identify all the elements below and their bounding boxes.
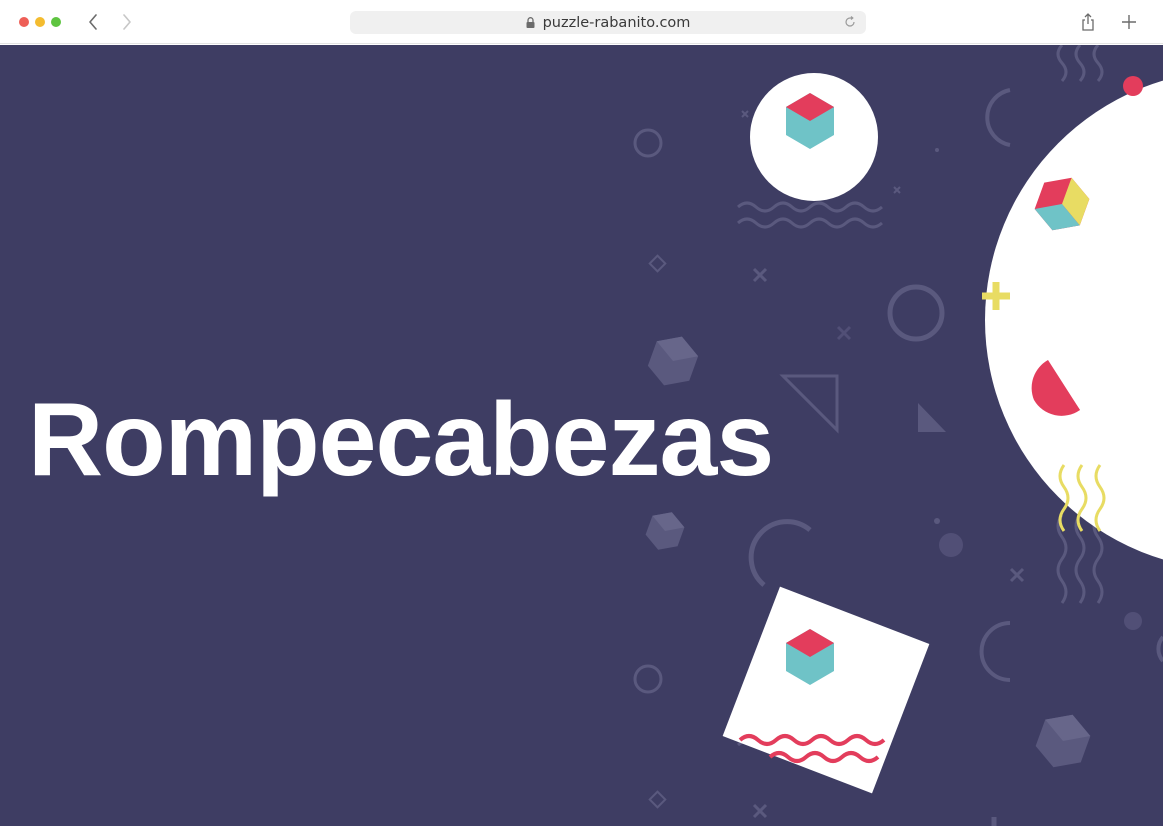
wave-icon: [1092, 45, 1104, 82]
new-tab-button[interactable]: [1119, 12, 1139, 32]
hero-title: Rompecabezas: [28, 382, 774, 498]
arc-icon: [979, 621, 1011, 682]
dot-icon: [935, 148, 939, 152]
maximize-window-button[interactable]: [51, 17, 61, 27]
wave-icon: [1074, 45, 1086, 82]
arc-icon: [985, 88, 1011, 147]
minimize-window-button[interactable]: [35, 17, 45, 27]
outline-circle-icon: [633, 664, 663, 694]
diamond-icon: [648, 254, 667, 273]
lock-icon: [526, 17, 535, 28]
share-icon: [1082, 13, 1094, 31]
address-bar[interactable]: puzzle-rabanito.com: [350, 11, 866, 34]
triangle-outline-icon: [779, 374, 839, 434]
outline-circle-icon: [887, 284, 945, 342]
cube-icon: [645, 512, 685, 550]
large-white-circle: [985, 80, 1163, 560]
cross-icon: [836, 325, 852, 341]
cross-icon: [752, 267, 768, 283]
wave-icon: [737, 201, 883, 213]
arc-icon: [1156, 635, 1163, 663]
dot-icon: [934, 518, 940, 524]
plus-icon: [1122, 15, 1136, 29]
back-button[interactable]: [82, 10, 104, 34]
forward-button[interactable]: [116, 10, 138, 34]
chevron-right-icon: [123, 14, 131, 30]
cube-icon: [1035, 714, 1091, 768]
dot-icon: [1124, 612, 1142, 630]
chevron-left-icon: [89, 14, 97, 30]
share-button[interactable]: [1078, 12, 1098, 32]
reload-icon[interactable]: [844, 16, 856, 28]
close-window-button[interactable]: [19, 17, 29, 27]
outline-circle-icon: [633, 128, 663, 158]
arc-icon: [748, 519, 812, 587]
wave-icon: [737, 217, 883, 229]
white-square-card: [722, 586, 930, 794]
dot-icon: [939, 533, 963, 557]
url-text: puzzle-rabanito.com: [542, 14, 691, 31]
dot-icon: [1123, 76, 1143, 96]
diamond-icon: [648, 790, 667, 809]
hero-section: Rompecabezas: [0, 45, 1163, 827]
browser-toolbar: puzzle-rabanito.com: [0, 0, 1163, 44]
cross-icon: [1009, 567, 1025, 583]
cross-icon: [893, 186, 901, 194]
cross-icon: [741, 110, 749, 118]
cross-icon: [752, 803, 768, 819]
wave-icon: [1056, 45, 1068, 82]
triangle-icon: [918, 403, 946, 432]
